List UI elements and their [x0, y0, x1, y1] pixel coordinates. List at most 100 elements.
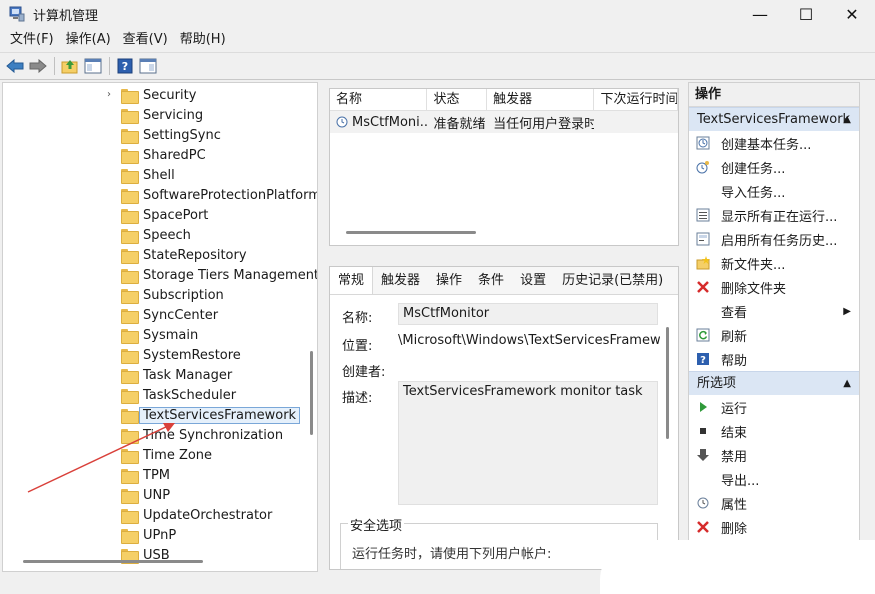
description-field[interactable]: TextServicesFramework monitor task [398, 381, 658, 505]
tree-item[interactable]: Task Manager [3, 365, 317, 385]
name-label: 名称: [342, 311, 373, 326]
action-item[interactable]: ? 帮助 [689, 347, 859, 371]
folder-icon [121, 88, 139, 104]
create-task-icon [695, 159, 711, 175]
name-field[interactable]: MsCtfMonitor [398, 303, 658, 325]
maximize-button[interactable]: ☐ [783, 0, 829, 28]
tree-item[interactable]: TextServicesFramework [3, 405, 317, 425]
blank-icon [695, 183, 711, 199]
tree-item[interactable]: SpacePort [3, 205, 317, 225]
action-item[interactable]: 刷新 [689, 323, 859, 347]
create-basic-task-icon [695, 135, 711, 151]
action-item[interactable]: 删除 [689, 515, 859, 539]
action-item[interactable]: 创建任务... [689, 155, 859, 179]
blank-icon [695, 471, 711, 487]
close-button[interactable]: ✕ [829, 0, 875, 28]
forward-button[interactable] [27, 55, 49, 77]
window-title: 计算机管理 [33, 8, 99, 24]
folder-icon [121, 468, 139, 484]
tree-item-label: Storage Tiers Management [143, 267, 318, 283]
actions-section-folder[interactable]: TextServicesFramework ▲ [689, 107, 859, 131]
up-folder-button[interactable] [59, 55, 81, 77]
tree-item[interactable]: TPM [3, 465, 317, 485]
menu-file[interactable]: 文件(F) [4, 29, 60, 51]
tab-settings[interactable]: 设置 [512, 267, 554, 294]
back-button[interactable] [4, 55, 26, 77]
tree-item[interactable]: Time Synchronization [3, 425, 317, 445]
show-hide-action-pane-button[interactable] [137, 55, 159, 77]
disable-icon [695, 447, 711, 463]
minimize-button[interactable]: — [737, 0, 783, 28]
folder-icon [121, 308, 139, 324]
action-item[interactable]: 新文件夹... [689, 251, 859, 275]
menu-action[interactable]: 操作(A) [60, 29, 117, 51]
tree-item[interactable]: UpdateOrchestrator [3, 505, 317, 525]
tree-item[interactable]: › Security [3, 85, 317, 105]
folder-icon [121, 288, 139, 304]
tree-vertical-scrollbar[interactable] [310, 351, 313, 435]
tree-item[interactable]: SyncCenter [3, 305, 317, 325]
column-header-next-run[interactable]: 下次运行时间 [594, 89, 678, 110]
expand-chevron-icon[interactable]: › [107, 89, 111, 100]
action-item[interactable]: 启用所有任务历史... [689, 227, 859, 251]
task-list-horizontal-scrollbar[interactable] [346, 231, 476, 234]
tree-item[interactable]: SettingSync [3, 125, 317, 145]
collapse-caret-icon[interactable]: ▲ [843, 108, 851, 132]
action-item[interactable]: 结束 [689, 419, 859, 443]
action-item[interactable]: 显示所有正在运行... [689, 203, 859, 227]
action-item[interactable]: 查看 ▶ [689, 299, 859, 323]
menu-help[interactable]: 帮助(H) [174, 29, 232, 51]
tree-item[interactable]: TaskScheduler [3, 385, 317, 405]
tree-item[interactable]: UNP [3, 485, 317, 505]
tree-item[interactable]: Subscription [3, 285, 317, 305]
console-tree[interactable]: › Security Servicing SettingSync SharedPC She… [2, 82, 318, 572]
tree-horizontal-scrollbar[interactable] [23, 560, 203, 563]
tree-item-label: StateRepository [143, 247, 247, 263]
menu-view[interactable]: 查看(V) [117, 29, 174, 51]
tab-conditions[interactable]: 条件 [470, 267, 512, 294]
details-vertical-scrollbar[interactable] [666, 327, 669, 439]
tab-general[interactable]: 常规 [330, 267, 374, 294]
action-item[interactable]: 导入任务... [689, 179, 859, 203]
action-item[interactable]: 禁用 [689, 443, 859, 467]
task-row[interactable]: MsCtfMoni... 准备就绪 当任何用户登录时 [330, 111, 678, 133]
actions-section-folder-label: TextServicesFramework [697, 112, 851, 127]
tree-item[interactable]: SoftwareProtectionPlatform [3, 185, 317, 205]
location-label: 位置: [342, 339, 373, 354]
help-button[interactable]: ? [114, 55, 136, 77]
collapse-caret-icon[interactable]: ▲ [843, 372, 851, 396]
action-item[interactable]: 删除文件夹 [689, 275, 859, 299]
column-header-name[interactable]: 名称 [330, 89, 428, 110]
action-item[interactable]: 属性 [689, 491, 859, 515]
action-item[interactable]: 创建基本任务... [689, 131, 859, 155]
tab-actions[interactable]: 操作 [428, 267, 470, 294]
tree-item[interactable]: SharedPC [3, 145, 317, 165]
tree-item[interactable]: Shell [3, 165, 317, 185]
selected-actions-list: 运行 结束 禁用 导出... 属性 删除 [689, 395, 859, 539]
column-header-trigger[interactable]: 触发器 [487, 89, 595, 110]
tab-triggers[interactable]: 触发器 [373, 267, 428, 294]
tree-item[interactable]: Speech [3, 225, 317, 245]
tree-item[interactable]: StateRepository [3, 245, 317, 265]
tree-item[interactable]: UPnP [3, 525, 317, 545]
column-header-status[interactable]: 状态 [427, 89, 488, 110]
tree-item-label: Security [143, 87, 197, 103]
folder-icon [121, 348, 139, 364]
show-hide-tree-button[interactable] [82, 55, 104, 77]
action-item[interactable]: 导出... [689, 467, 859, 491]
enable-history-icon [695, 231, 711, 247]
tree-item[interactable]: Sysmain [3, 325, 317, 345]
tab-history[interactable]: 历史记录(已禁用) [554, 267, 671, 294]
tree-item[interactable]: Storage Tiers Management [3, 265, 318, 285]
folder-icon [121, 108, 139, 124]
folder-icon [121, 188, 139, 204]
tree-item[interactable]: Time Zone [3, 445, 317, 465]
properties-icon [695, 495, 711, 511]
tree-item-label: TPM [143, 467, 170, 483]
action-item-label: 导入任务... [721, 185, 786, 201]
action-item[interactable]: 运行 [689, 395, 859, 419]
tree-item[interactable]: Servicing [3, 105, 317, 125]
actions-pane: 操作 TextServicesFramework ▲ 创建基本任务... 创建任务… [688, 82, 860, 572]
actions-section-selected[interactable]: 所选项 ▲ [689, 371, 859, 395]
tree-item[interactable]: SystemRestore [3, 345, 317, 365]
